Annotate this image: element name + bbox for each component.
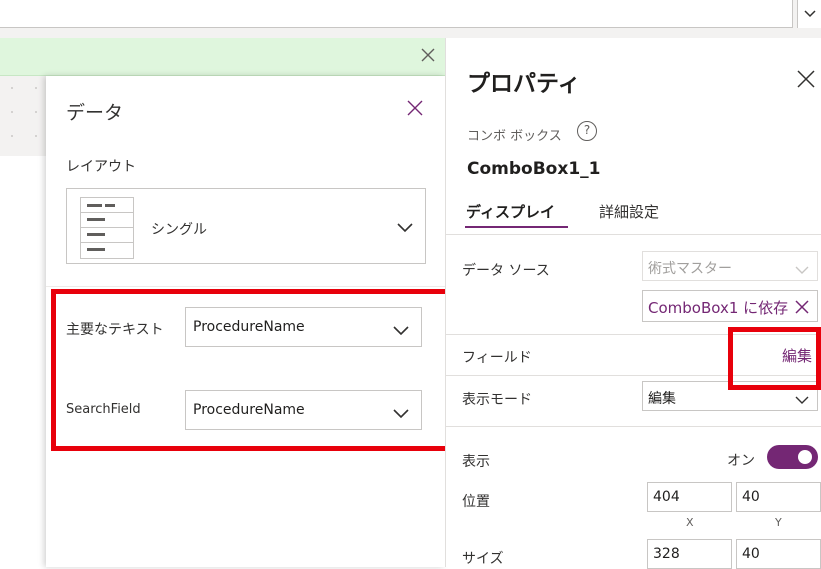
chevron-down-icon: [397, 218, 413, 237]
thumb-row: [81, 212, 133, 213]
control-type-label: コンボ ボックス: [467, 129, 562, 144]
layout-value: シングル: [151, 222, 207, 238]
canvas-screen: [0, 156, 46, 567]
data-panel-title: データ: [66, 102, 124, 124]
chevron-down-icon: [795, 390, 809, 409]
close-icon: [407, 100, 423, 116]
control-name: ComboBox1_1: [467, 159, 601, 179]
size-label: サイズ: [462, 551, 504, 567]
dependency-tag-text: ComboBox1 に依存: [648, 299, 789, 317]
display-mode-label: 表示モード: [462, 392, 532, 408]
formula-bar: [0, 0, 821, 38]
size-width-value: 328: [653, 546, 680, 562]
dependency-tag: ComboBox1 に依存: [642, 290, 818, 322]
formula-expand-button[interactable]: [797, 0, 821, 28]
help-icon[interactable]: ?: [577, 121, 597, 141]
tab-display[interactable]: ディスプレイ: [466, 201, 555, 222]
data-source-value: 術式マスター: [648, 261, 732, 277]
toggle-knob: [798, 450, 812, 464]
remove-dependency-button[interactable]: [795, 299, 809, 318]
close-banner-button[interactable]: [421, 47, 435, 66]
thumb-bar: [87, 248, 105, 251]
highlight-box-edit: [728, 327, 821, 390]
divider: [446, 426, 821, 427]
visible-toggle[interactable]: [767, 445, 818, 469]
y-axis-label: Y: [775, 516, 782, 529]
data-source-select[interactable]: 術式マスター: [642, 251, 818, 281]
size-width-input[interactable]: 328: [647, 539, 732, 569]
thumb-row: [81, 242, 133, 243]
thumb-row: [81, 227, 133, 228]
close-icon: [797, 70, 815, 88]
thumb-bar: [87, 204, 102, 207]
chevron-down-icon: [803, 10, 816, 18]
chevron-down-icon: [795, 260, 809, 279]
divider: [46, 286, 445, 287]
layout-select[interactable]: シングル: [66, 188, 426, 264]
display-mode-value: 編集: [648, 391, 676, 407]
position-x-value: 404: [653, 489, 680, 505]
close-icon: [421, 48, 435, 62]
properties-panel: プロパティ コンボ ボックス ? ComboBox1_1 ディスプレイ 詳細設定…: [445, 38, 821, 569]
layout-label: レイアウト: [66, 159, 136, 175]
position-x-input[interactable]: 404: [647, 482, 732, 512]
thumb-bar: [105, 204, 115, 207]
data-source-label: データ ソース: [462, 263, 550, 279]
visible-toggle-text: オン: [727, 453, 755, 469]
size-height-input[interactable]: 40: [736, 539, 821, 569]
position-label: 位置: [462, 494, 490, 510]
thumb-bar: [87, 233, 105, 236]
thumb-bar: [87, 218, 105, 221]
layout-thumbnail-icon: [80, 197, 134, 259]
close-properties-button[interactable]: [797, 70, 815, 92]
active-tab-indicator: [465, 226, 568, 228]
x-axis-label: X: [686, 516, 694, 529]
formula-input[interactable]: [0, 0, 793, 28]
divider: [446, 234, 821, 235]
size-height-value: 40: [742, 546, 760, 562]
close-icon: [795, 300, 809, 314]
tab-advanced[interactable]: 詳細設定: [599, 201, 659, 222]
position-y-value: 40: [742, 489, 760, 505]
position-y-input[interactable]: 40: [736, 482, 821, 512]
visible-label: 表示: [462, 454, 490, 470]
properties-title: プロパティ: [467, 71, 581, 97]
highlight-box-fields: [51, 289, 451, 451]
fields-label: フィールド: [462, 350, 532, 366]
close-data-panel-button[interactable]: [407, 100, 423, 120]
notification-banner: [0, 38, 445, 76]
